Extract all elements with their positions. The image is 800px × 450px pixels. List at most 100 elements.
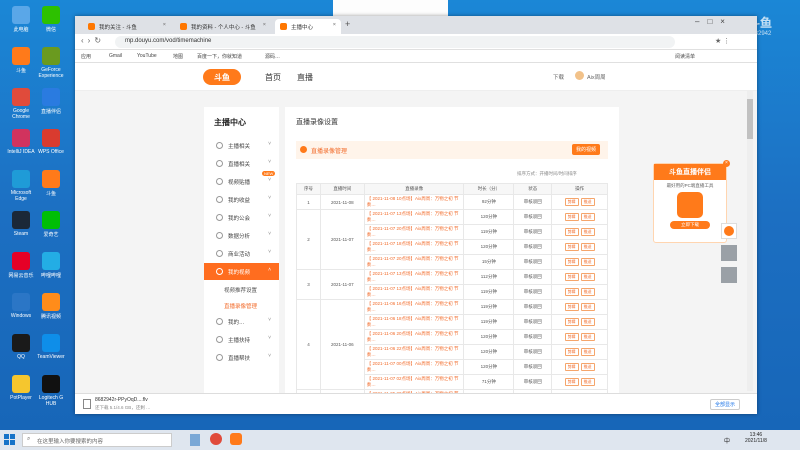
my-videos-button[interactable]: 我的视频	[571, 144, 600, 155]
nav-buttons[interactable]: ‹›↻	[81, 36, 105, 45]
desktop-icon[interactable]: 斗鱼	[6, 47, 36, 74]
sidebar-item[interactable]: 我的… ˅	[204, 313, 279, 330]
edit-button[interactable]: 剪辑	[564, 273, 579, 281]
bookmark-source[interactable]: 源码…	[265, 53, 280, 60]
extensions-icon[interactable]: ★ ⋮	[715, 37, 730, 45]
chrome-taskbar-icon[interactable]	[210, 433, 222, 445]
recording-title-link[interactable]: 【 2021-11-07 13点场】Aix周周：万物之初 节奏…	[363, 209, 465, 225]
desktop-icon[interactable]: WPS Office	[36, 129, 66, 155]
push-button[interactable]: 推送	[580, 303, 595, 311]
tab-profile[interactable]: 我的资料 - 个人中心 - 斗鱼 ×	[175, 19, 271, 34]
username[interactable]: Aix周周	[587, 73, 606, 81]
recording-title-link[interactable]: 【 2021-11-07 13点场】Aix周周：万物之初 节奏…	[363, 284, 465, 300]
push-button[interactable]: 推送	[580, 258, 595, 266]
bookmark-gmail[interactable]: Gmail	[109, 53, 122, 59]
desktop-icon[interactable]: 哔哩哔哩	[36, 252, 66, 279]
sidebar-item[interactable]: 我的收益 ˅	[204, 191, 279, 208]
desktop-icon[interactable]: Google Chrome	[6, 88, 36, 120]
push-button[interactable]: 推送	[580, 333, 595, 341]
recording-title-link[interactable]: 【 2021-11-06 20点场】Aix周周：万物之初 节奏…	[363, 329, 465, 345]
show-all-downloads[interactable]: 全部显示	[710, 399, 741, 410]
douyu-logo[interactable]: 斗鱼	[203, 69, 241, 85]
edit-button[interactable]: 剪辑	[564, 318, 579, 326]
desktop-icon[interactable]: Steam	[6, 211, 36, 237]
taskbar-search-input[interactable]: ⌕ 在这里输入你要搜索的内容	[22, 433, 172, 447]
edit-button[interactable]: 剪辑	[564, 228, 579, 236]
edit-button[interactable]: 剪辑	[564, 213, 579, 221]
bookmark-maps[interactable]: 地图	[173, 53, 183, 60]
edit-button[interactable]: 剪辑	[564, 378, 579, 386]
desktop-icon[interactable]: Microsoft Edge	[6, 170, 36, 202]
edit-button[interactable]: 剪辑	[564, 258, 579, 266]
bookmark-baidu[interactable]: 百度一下，你就知道	[197, 53, 242, 60]
desktop-icon[interactable]: TeamViewer	[36, 334, 66, 360]
recording-title-link[interactable]: 【 2021-11-07 00点场】Aix周周：万物之初 节奏…	[363, 359, 465, 375]
scrollbar[interactable]	[747, 91, 753, 391]
recording-title-link[interactable]: 【 2021-11-07 18点场】Aix周周：万物之初 节奏…	[363, 239, 465, 255]
recording-title-link[interactable]: 【 2021-11-07 20点场】Aix周周：万物之初 节奏…	[363, 254, 465, 270]
sidebar-item[interactable]: 直播帮扶 ˅	[204, 349, 279, 366]
close-icon[interactable]: ×	[333, 22, 336, 28]
sidebar-item[interactable]: 数据分析 ˅	[204, 227, 279, 244]
desktop-icon[interactable]: 爱奇艺	[36, 211, 66, 238]
desktop-icon[interactable]: 网易云音乐	[6, 252, 36, 279]
windows-start-icon[interactable]	[4, 434, 16, 446]
reading-list[interactable]: 阅读清单	[675, 53, 695, 60]
clock[interactable]: 13:46 2021/11/8	[745, 432, 767, 444]
desktop-icon[interactable]: QQ	[6, 334, 36, 360]
desktop-icon[interactable]: 腾讯视频	[36, 293, 66, 320]
tab-follow[interactable]: 我的关注 - 斗鱼 ×	[83, 19, 171, 34]
sort-options[interactable]: 开播时间/时间排序	[540, 171, 577, 176]
push-button[interactable]: 推送	[580, 228, 595, 236]
recording-title-link[interactable]: 【 2021-11-07 13点场】Aix周周：万物之初 节奏…	[363, 269, 465, 285]
push-button[interactable]: 推送	[580, 363, 595, 371]
desktop-icon[interactable]: 微信	[36, 6, 66, 33]
sidebar-item[interactable]: 主播扶持 ˅	[204, 331, 279, 348]
new-tab-button[interactable]: +	[345, 19, 350, 29]
close-icon[interactable]: ×	[263, 22, 266, 28]
nav-live[interactable]: 直播	[297, 72, 313, 83]
push-button[interactable]: 推送	[580, 243, 595, 251]
recording-title-link[interactable]: 【 2021-11-06 22点场】Aix周周：万物之初 节奏…	[363, 344, 465, 360]
push-button[interactable]: 推送	[580, 198, 595, 206]
recording-title-link[interactable]: 【 2021-11-07 20点场】Aix周周：万物之初 节奏…	[363, 224, 465, 240]
ad-close-icon[interactable]: ×	[723, 160, 730, 167]
desktop-icon[interactable]: 此电脑	[6, 6, 36, 33]
sidebar-subitem[interactable]: 直播录像管理	[224, 302, 257, 310]
sidebar-item[interactable]: 直播相关 ˅	[204, 155, 279, 172]
recording-title-link[interactable]: 【 2021-11-06 18点场】Aix周周：万物之初 节奏…	[363, 314, 465, 330]
sidebar-item[interactable]: 商业活动 ˅	[204, 245, 279, 262]
edit-button[interactable]: 剪辑	[564, 348, 579, 356]
recording-title-link[interactable]: 【 2021-11-07 02点场】Aix周周：万物之初 节奏…	[363, 374, 465, 390]
bookmark-youtube[interactable]: YouTube	[137, 53, 157, 59]
sidebar-item[interactable]: 主播相关 ˅	[204, 137, 279, 154]
desktop-icon[interactable]: 直播伴侣	[36, 88, 66, 115]
download-filename[interactable]: 8682942r-PPyOqD....flv	[95, 397, 148, 403]
douyu-taskbar-icon[interactable]	[230, 433, 242, 445]
push-button[interactable]: 推送	[580, 318, 595, 326]
tab-anchor-center[interactable]: 主播中心 ×	[275, 19, 341, 34]
task-view-icon[interactable]	[190, 434, 200, 446]
desktop-icon[interactable]: PotPlayer	[6, 375, 36, 401]
window-controls[interactable]: –□×	[695, 17, 733, 26]
ime-indicator[interactable]: 中	[724, 436, 730, 445]
bookmark-apps[interactable]: 应用	[81, 53, 91, 60]
home-float-button[interactable]	[721, 245, 737, 261]
desktop-icon[interactable]: Windows	[6, 293, 36, 319]
avatar[interactable]	[575, 71, 584, 80]
edit-button[interactable]: 剪辑	[564, 333, 579, 341]
desktop-icon[interactable]: 斗鱼	[36, 170, 66, 197]
push-button[interactable]: 推送	[580, 288, 595, 296]
push-button[interactable]: 推送	[580, 273, 595, 281]
edit-button[interactable]: 剪辑	[564, 198, 579, 206]
url-input[interactable]: mp.douyu.com/vod/timemachine	[115, 36, 675, 48]
app-float-button[interactable]	[721, 267, 737, 283]
edit-button[interactable]: 剪辑	[564, 363, 579, 371]
push-button[interactable]: 推送	[580, 348, 595, 356]
nav-home[interactable]: 首页	[265, 72, 281, 83]
ad-download-button[interactable]: 立即下载	[670, 221, 710, 229]
desktop-icon[interactable]: IntelliJ IDEA	[6, 129, 36, 155]
edit-button[interactable]: 剪辑	[564, 288, 579, 296]
sidebar-item[interactable]: 我的视频 ˄	[204, 263, 279, 280]
desktop-icon[interactable]: Logitech G HUB	[36, 375, 66, 407]
